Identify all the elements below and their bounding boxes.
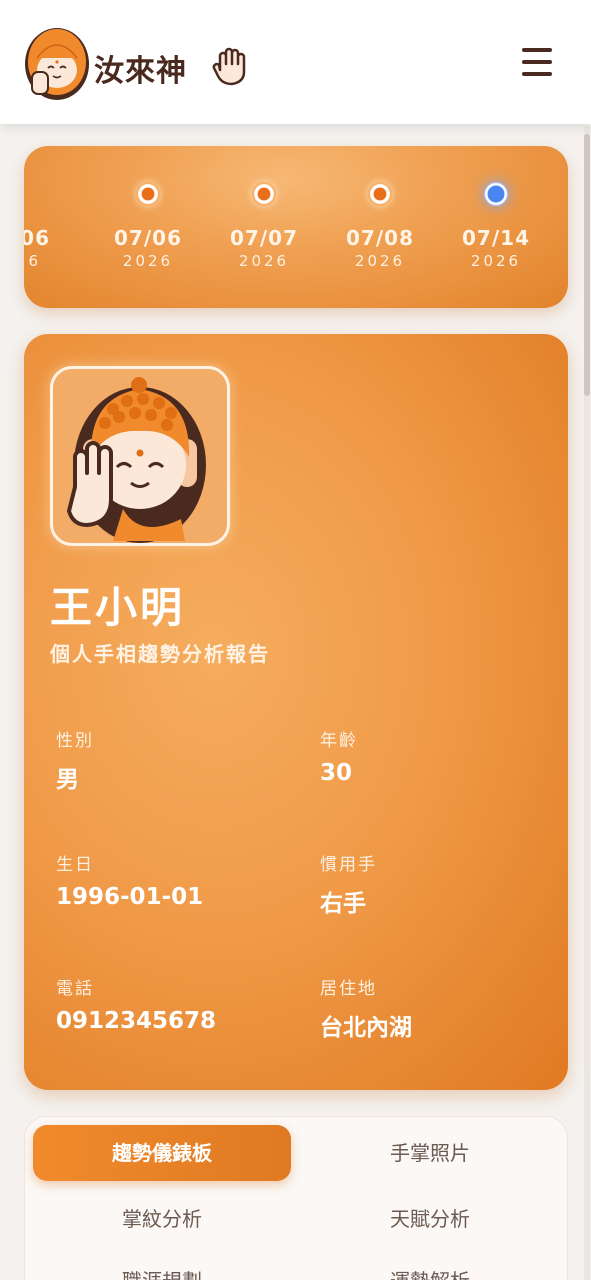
birthday-value: 1996-01-01 [56, 884, 204, 910]
report-subtitle: 個人手相趨勢分析報告 [50, 642, 270, 666]
logo-text: 汝來神 [94, 54, 187, 89]
user-name: 王小明 [50, 583, 186, 632]
menu-button[interactable] [520, 46, 556, 78]
scrollbar-thumb[interactable] [584, 134, 590, 396]
timeline-date: 07/06 [24, 226, 50, 250]
timeline-date: 07/14 [462, 226, 530, 250]
timeline-item[interactable]: 07/07 2026 [206, 146, 322, 308]
timeline-date: 07/07 [230, 226, 298, 250]
timeline-date: 07/06 [114, 226, 182, 250]
timeline-item-active[interactable]: 07/14 2026 [438, 146, 554, 308]
timeline-year: 2026 [354, 252, 406, 270]
phone-value: 0912345678 [56, 1008, 217, 1034]
timeline-item[interactable]: 07/08 2026 [322, 146, 438, 308]
dominant-hand-label: 慣用手 [320, 855, 377, 875]
phone-label: 電話 [56, 979, 94, 999]
timeline-dot-icon [252, 182, 276, 206]
timeline-year: 2026 [470, 252, 522, 270]
timeline-item[interactable]: 07/06 2026 [90, 146, 206, 308]
timeline-year: 2026 [122, 252, 174, 270]
tab-palm-line-analysis[interactable]: 掌紋分析 [33, 1191, 291, 1247]
age-value: 30 [320, 760, 353, 786]
buddha-logo-icon [25, 28, 89, 100]
date-timeline[interactable]: 07/06 2026 07/06 2026 07/07 2026 07/08 2… [24, 146, 568, 308]
tab-trend-dashboard[interactable]: 趨勢儀錶板 [33, 1125, 291, 1181]
timeline-item[interactable]: 07/06 2026 [24, 146, 74, 308]
page-scrollbar[interactable] [584, 126, 590, 1280]
app-logo[interactable]: 汝來神 [22, 22, 272, 102]
tab-fortune-analysis[interactable]: 運勢解析 [301, 1253, 559, 1280]
avatar [50, 366, 230, 546]
profile-card: 王小明 個人手相趨勢分析報告 性別 男 年齡 30 生日 1996-01-01 … [24, 334, 568, 1090]
gender-label: 性別 [56, 731, 94, 751]
tab-talent-analysis[interactable]: 天賦分析 [301, 1191, 559, 1247]
tab-career-planning[interactable]: 職涯規劃 [33, 1253, 291, 1280]
app-header: 汝來神 [0, 0, 591, 124]
timeline-dot-icon [136, 182, 160, 206]
timeline-dot-active-icon [484, 182, 508, 206]
timeline-year: 2026 [24, 252, 42, 270]
residence-label: 居住地 [320, 979, 377, 999]
buddha-avatar-icon [67, 377, 206, 543]
gender-value: 男 [56, 767, 79, 793]
timeline-year: 2026 [238, 252, 290, 270]
timeline-date: 07/08 [346, 226, 414, 250]
report-tabs: 趨勢儀錶板 手掌照片 掌紋分析 天賦分析 職涯規劃 運勢解析 [24, 1116, 568, 1280]
age-label: 年齡 [320, 731, 358, 751]
timeline-dot-icon [368, 182, 392, 206]
residence-value: 台北內湖 [320, 1015, 412, 1041]
palm-hand-icon [212, 47, 246, 86]
birthday-label: 生日 [56, 855, 94, 875]
tab-palm-photos[interactable]: 手掌照片 [301, 1125, 559, 1181]
dominant-hand-value: 右手 [320, 891, 366, 917]
hamburger-menu-icon [522, 48, 552, 52]
